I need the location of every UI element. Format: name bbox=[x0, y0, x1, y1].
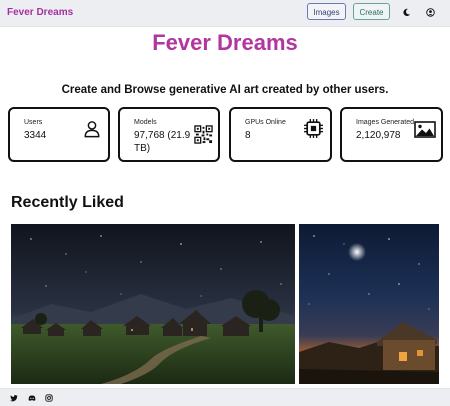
stat-card-models: Models 97,768 (21.9 TB) bbox=[118, 107, 220, 162]
page-title: Fever Dreams bbox=[152, 30, 298, 55]
create-button[interactable]: Create bbox=[353, 3, 390, 20]
stat-value: 2,120,978 bbox=[356, 130, 401, 141]
tagline: Create and Browse generative AI art crea… bbox=[61, 84, 389, 96]
stat-label: Users bbox=[24, 119, 43, 126]
user-icon bbox=[84, 121, 100, 138]
brand-link[interactable]: Fever Dreams bbox=[7, 7, 73, 18]
discord-icon[interactable] bbox=[28, 394, 36, 402]
stat-card-users: Users 3344 bbox=[8, 107, 110, 162]
twitter-icon[interactable] bbox=[10, 394, 18, 402]
stat-value: 8 bbox=[245, 130, 251, 141]
stat-label: Models bbox=[134, 119, 157, 126]
night-village-landscape-image bbox=[11, 224, 295, 384]
section-title: Recently Liked bbox=[11, 194, 124, 211]
footer bbox=[0, 388, 450, 406]
moon-icon[interactable] bbox=[402, 8, 411, 17]
stat-value: 3344 bbox=[24, 130, 47, 141]
instagram-icon[interactable] bbox=[45, 394, 53, 402]
cpu-chip-icon bbox=[304, 119, 323, 138]
starry-night-cottage-image bbox=[299, 224, 439, 384]
liked-image-1[interactable] bbox=[11, 224, 295, 384]
top-navbar: Fever Dreams Images Create bbox=[0, 0, 450, 27]
liked-image-2[interactable] bbox=[299, 224, 439, 384]
image-icon bbox=[414, 121, 436, 138]
stat-label: Images Generated bbox=[356, 119, 414, 126]
stat-value: 97,768 (21.9 TB) bbox=[134, 130, 191, 154]
stat-label: GPUs Online bbox=[245, 119, 286, 126]
stat-card-images: Images Generated 2,120,978 bbox=[340, 107, 443, 162]
qr-code-icon bbox=[194, 125, 213, 144]
user-circle-icon[interactable] bbox=[426, 8, 435, 17]
images-button[interactable]: Images bbox=[307, 3, 346, 20]
stat-card-gpus: GPUs Online 8 bbox=[229, 107, 332, 162]
